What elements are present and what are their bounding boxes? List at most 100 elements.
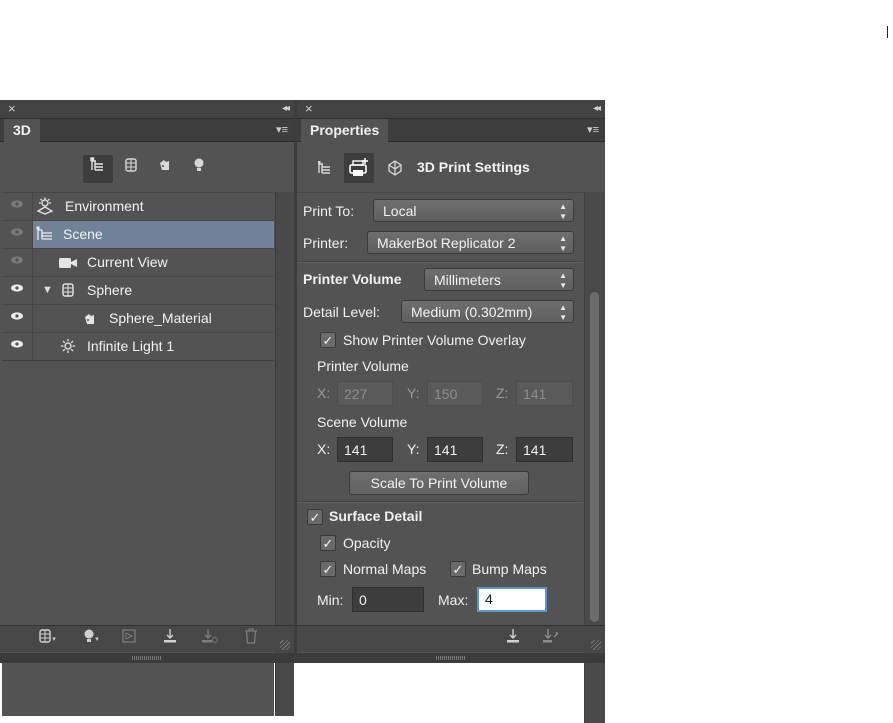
select-arrows-icon: ▲ ▼ <box>559 271 567 290</box>
print-preview-mode-icon[interactable] <box>380 153 410 183</box>
max-label: Max: <box>438 592 469 608</box>
collapse-icon[interactable]: ◂◂ <box>282 101 290 117</box>
window-edge-mark <box>887 26 888 38</box>
select-arrows-icon: ▲ ▼ <box>559 234 567 253</box>
show-overlay-label: Show Printer Volume Overlay <box>343 332 526 348</box>
drop-to-plane-icon[interactable] <box>157 628 183 650</box>
resize-grip-icon[interactable] <box>591 640 601 650</box>
layer-row-scene[interactable]: Scene <box>2 220 274 249</box>
max-field[interactable]: 4 <box>477 587 547 612</box>
panel-3d-resize-handle[interactable] <box>0 653 294 663</box>
bump-maps-label: Bump Maps <box>472 561 547 577</box>
units-value: Millimeters <box>434 272 501 288</box>
expand-triangle-icon[interactable]: ▼ <box>42 277 53 304</box>
layer-name: Scene <box>63 226 103 242</box>
add-mesh-icon[interactable]: ▾ <box>34 628 60 650</box>
print-to-value: Local <box>383 203 417 219</box>
layer-name: Environment <box>65 198 144 214</box>
scene-y-field[interactable]: 141 <box>427 437 483 462</box>
surface-detail-checkbox[interactable]: ✓ <box>307 509 323 525</box>
printer-x-label: X: <box>317 385 331 401</box>
properties-mode-toolbar: 3D Print Settings <box>297 142 605 193</box>
bump-maps-checkbox[interactable]: ✓ <box>450 561 466 577</box>
render-icon[interactable] <box>116 628 142 650</box>
printer-value: MakerBot Replicator 2 <box>377 235 516 251</box>
move-to-ground-icon[interactable] <box>197 628 223 650</box>
panel-3d-titlebar: × ◂◂ <box>0 100 294 119</box>
layer-name: Infinite Light 1 <box>87 338 175 354</box>
visibility-eye-icon[interactable] <box>2 277 33 304</box>
printer-z-label: Z: <box>496 385 509 401</box>
scene-x-field[interactable]: 141 <box>337 437 393 462</box>
layer-row-sphere-material[interactable]: Sphere_Material <box>2 304 274 333</box>
visibility-eye-icon[interactable] <box>2 333 33 360</box>
print-to-label: Print To: <box>303 203 355 219</box>
filter-toolbar <box>0 142 294 192</box>
print-to-select[interactable]: Local ▲ ▼ <box>373 199 574 222</box>
select-arrows-icon: ▲ ▼ <box>559 202 567 221</box>
printer-volume-label: Printer Volume <box>303 271 402 287</box>
material-icon <box>82 305 98 332</box>
normal-maps-checkbox[interactable]: ✓ <box>320 561 336 577</box>
min-label: Min: <box>317 592 344 608</box>
print-utilities-icon[interactable] <box>538 628 564 650</box>
properties-mode-title: 3D Print Settings <box>417 159 530 175</box>
printer-volume-heading: Printer Volume <box>317 358 409 374</box>
printer-label: Printer: <box>303 235 349 251</box>
scene-z-label: Z: <box>496 441 509 457</box>
material-filter-icon[interactable] <box>150 155 180 183</box>
properties-titlebar: × ◂◂ <box>297 100 605 119</box>
properties-scrollbar-thumb[interactable] <box>590 292 599 622</box>
layer-row-current-view[interactable]: Current View <box>2 248 274 277</box>
layer-name: Sphere_Material <box>109 310 212 326</box>
close-icon[interactable]: × <box>8 101 16 117</box>
panel-menu-icon[interactable]: ▾≡ <box>276 123 288 137</box>
select-arrows-icon: ▲ ▼ <box>559 303 567 322</box>
printer-z-field: 141 <box>516 381 573 406</box>
scene-y-label: Y: <box>407 441 420 457</box>
printer-y-label: Y: <box>407 385 420 401</box>
delete-icon[interactable] <box>238 628 264 650</box>
panel-3d: × ◂◂ 3D ▾≡ Environment Scene Current Vie… <box>0 100 294 716</box>
scene-filter-icon[interactable] <box>83 155 113 183</box>
show-overlay-checkbox[interactable]: ✓ <box>320 332 336 348</box>
resize-grip-icon[interactable] <box>280 640 290 650</box>
normal-maps-label: Normal Maps <box>343 561 427 577</box>
layer-row-environment[interactable]: Environment <box>2 192 274 221</box>
print-icon[interactable] <box>500 628 526 650</box>
panel-3d-bottom-toolbar: ▾ ▾ <box>0 625 294 652</box>
layer-row-infinite-light[interactable]: Infinite Light 1 <box>2 332 274 361</box>
opacity-checkbox[interactable]: ✓ <box>320 535 336 551</box>
light-filter-icon[interactable] <box>184 155 214 183</box>
layer-name: Current View <box>87 254 168 270</box>
units-select[interactable]: Millimeters ▲ ▼ <box>424 268 574 291</box>
min-field[interactable]: 0 <box>352 587 424 612</box>
properties-resize-handle[interactable] <box>297 653 605 663</box>
visibility-eye-icon[interactable] <box>2 305 33 332</box>
tab-3d[interactable]: 3D <box>4 119 40 142</box>
visibility-eye-icon[interactable] <box>2 249 33 276</box>
scene-x-label: X: <box>317 441 331 457</box>
print-settings-mode-icon[interactable] <box>344 153 374 183</box>
layer-row-sphere[interactable]: ▼ Sphere <box>2 276 274 305</box>
tab-properties[interactable]: Properties <box>301 119 389 142</box>
scale-to-print-volume-button[interactable]: Scale To Print Volume <box>349 471 529 495</box>
visibility-eye-icon[interactable] <box>2 193 33 220</box>
panel-menu-icon[interactable]: ▾≡ <box>587 123 599 137</box>
environment-icon <box>36 193 54 220</box>
detail-level-select[interactable]: Medium (0.302mm) ▲ ▼ <box>401 300 574 323</box>
separator <box>297 501 583 503</box>
add-light-icon[interactable]: ▾ <box>78 628 104 650</box>
scene-mode-icon[interactable] <box>310 153 340 183</box>
collapse-icon[interactable]: ◂◂ <box>593 101 601 117</box>
printer-y-field: 150 <box>427 381 483 406</box>
opacity-label: Opacity <box>343 535 391 551</box>
visibility-eye-icon[interactable] <box>2 221 33 248</box>
mesh-filter-icon[interactable] <box>116 155 146 183</box>
printer-select[interactable]: MakerBot Replicator 2 ▲ ▼ <box>367 231 574 254</box>
scene-z-field[interactable]: 141 <box>516 437 573 462</box>
panel-3d-tabbar: 3D ▾≡ <box>0 119 294 142</box>
panel-properties: × ◂◂ Properties ▾≡ 3D Print Settings Pri… <box>297 100 605 723</box>
detail-level-label: Detail Level: <box>303 304 381 320</box>
close-icon[interactable]: × <box>305 101 313 117</box>
